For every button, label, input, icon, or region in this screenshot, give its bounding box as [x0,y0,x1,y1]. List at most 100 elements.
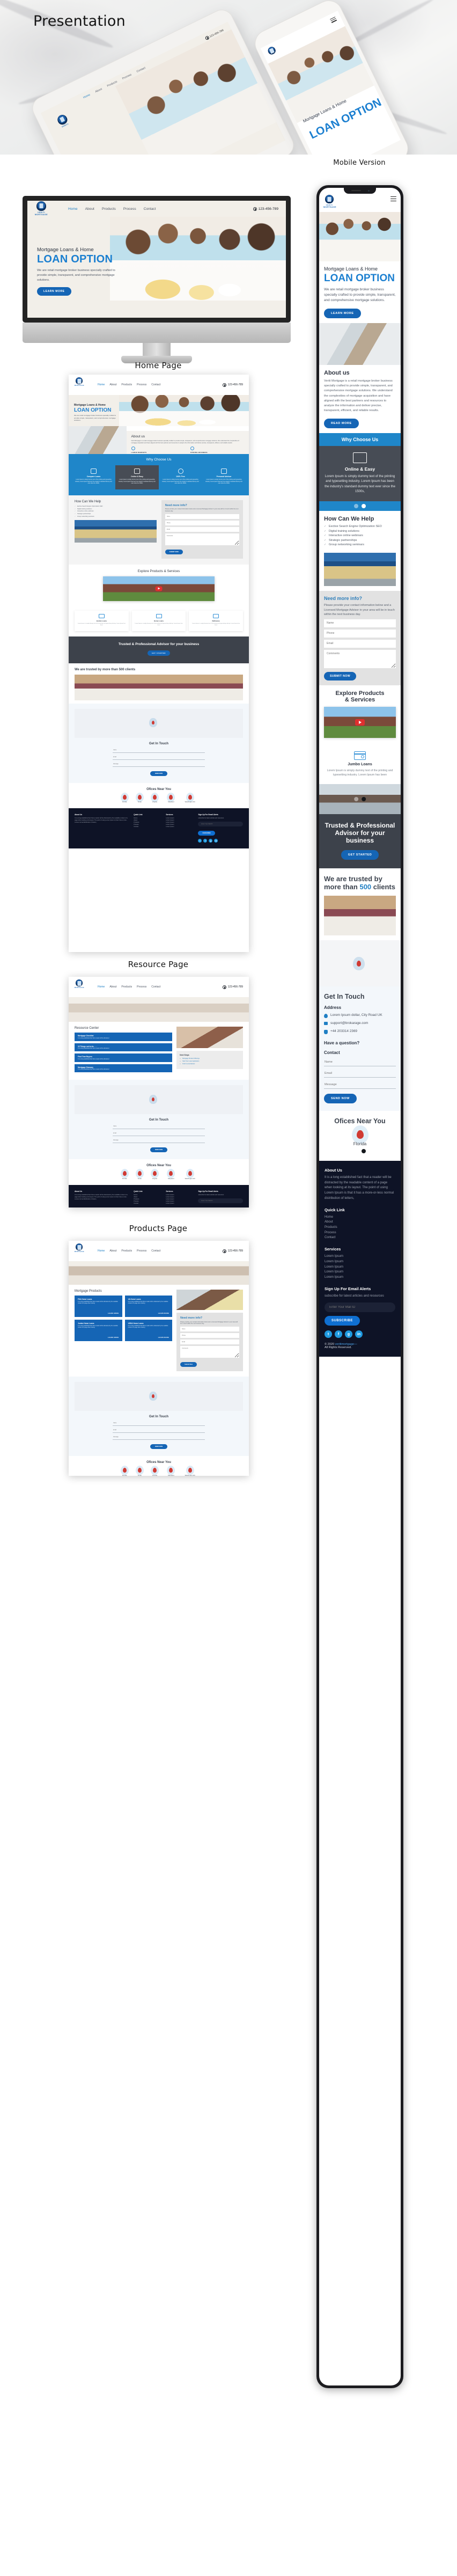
office-item[interactable]: Texas [137,794,142,803]
resource-item[interactable]: Mortgage Checklist It is a long establis… [75,1033,173,1041]
nav-item-products[interactable]: Products [121,383,132,386]
play-icon[interactable] [355,719,365,726]
telephone-row[interactable]: +44 203314 2369 [324,1029,396,1034]
google-plus-icon[interactable]: g [209,839,213,843]
nav-item-process[interactable]: Process [137,985,146,989]
footer-link[interactable]: About [325,1220,395,1225]
contact-email-input[interactable] [112,755,205,760]
nav-item-about[interactable]: About [109,985,116,989]
twitter-icon[interactable]: t [325,1330,332,1338]
product-card[interactable]: VA Home Loans It is a long established f… [124,1296,173,1317]
next-step-link[interactable]: Mortgage Product Offerings [180,1058,240,1059]
resource-item[interactable]: First Time Buyers It is a long establish… [75,1053,173,1062]
footer-link[interactable]: Lorem Ipsum [325,1260,395,1265]
product-card[interactable]: FHA Home Loans It is a long established … [75,1296,122,1317]
send-now-button[interactable]: SEND NOW [150,1444,168,1450]
contact-email-input[interactable] [324,1070,396,1078]
office-item[interactable]: Washington DC [185,794,195,803]
nav-item-home[interactable]: Home [83,93,91,99]
send-now-button[interactable]: SEND NOW [150,1147,168,1152]
footer-link[interactable]: Home [325,1215,395,1220]
brand-logo[interactable]: VERITI [54,112,74,133]
explore-video-thumbnail[interactable] [102,576,215,601]
nav-item-products[interactable]: Products [121,985,132,989]
nav-item-home[interactable]: Home [98,383,105,386]
email-row[interactable]: support@brokarage.com [324,1021,396,1026]
why-card-online-easy[interactable]: Online & Easy Lorem Ipsum is simply dumm… [319,445,401,502]
contact-message-input[interactable] [112,1435,205,1440]
footer-link[interactable]: Lorem Ipsum [166,826,193,828]
why-card-online-easy[interactable]: Online & Easy Lorem Ipsum is simply dumm… [115,465,159,489]
phone-number[interactable]: 123-456-789 [222,383,243,387]
google-plus-icon[interactable]: g [345,1330,352,1338]
nav-item-products[interactable]: Products [121,1249,132,1253]
location-map[interactable] [75,1382,243,1411]
phone-input[interactable] [180,1333,239,1338]
office-item[interactable]: Virginia [152,1171,157,1180]
brand-logo[interactable]: MORTGAGE [75,979,84,994]
footer-link[interactable]: Lorem Ipsum [166,1203,193,1205]
email-subscribe-input[interactable] [198,1198,244,1203]
location-map[interactable] [75,1085,243,1114]
contact-email-input[interactable] [112,1131,205,1136]
comments-input[interactable] [324,649,396,668]
contact-message-input[interactable] [324,1081,396,1089]
nav-item-contact[interactable]: Contact [151,383,160,386]
nav-item-process[interactable]: Process [123,207,136,211]
product-card[interactable]: Jumbo Home Loans It is a long establishe… [75,1320,122,1341]
hamburger-menu-icon[interactable] [390,196,396,202]
office-item[interactable]: Maryland [168,1468,174,1476]
name-input[interactable] [165,514,239,519]
subscribe-button[interactable]: SUBSCRIBE [198,831,215,836]
nav-item-about[interactable]: About [95,87,103,93]
email-input[interactable] [180,1340,239,1345]
read-more-button[interactable]: READ MORE [324,418,359,428]
next-step-link[interactable]: Start Your Loan Application [180,1060,240,1062]
nav-item-about[interactable]: About [85,207,94,211]
send-now-button[interactable]: SEND NOW [324,1093,357,1103]
product-card[interactable]: Refinance Lorem Ipsum is simply dummy te… [189,610,244,631]
footer-link[interactable]: Contact [134,826,160,828]
office-item[interactable]: Virginia [152,794,157,803]
footer-link[interactable]: Contact [134,1203,160,1205]
nav-item-products[interactable]: Products [102,207,116,211]
contact-message-input[interactable] [112,1138,205,1143]
office-item[interactable]: Washington DC [185,1468,195,1476]
nav-item-process[interactable]: Process [137,383,146,386]
carousel-prev-icon[interactable] [354,796,359,801]
nav-item-home[interactable]: Home [68,207,78,211]
carousel-prev-icon[interactable] [354,1148,359,1153]
send-now-button[interactable]: SEND NOW [150,771,168,776]
footer-link[interactable]: Lorem Ipsum [325,1254,395,1260]
linkedin-icon[interactable]: in [214,839,218,843]
twitter-icon[interactable]: t [198,839,202,843]
brand-logo[interactable]: MORTGAGE [75,377,84,392]
contact-name-input[interactable] [324,1058,396,1066]
submit-now-button[interactable]: Submit Now [180,1362,197,1367]
nav-item-home[interactable]: Home [98,985,105,989]
footer-link[interactable]: Products [325,1225,395,1231]
office-item[interactable]: Virginia [152,1468,157,1476]
footer-link[interactable]: Contact [325,1235,395,1241]
nav-item-contact[interactable]: Contact [144,207,156,211]
office-item[interactable]: Florida [122,1468,127,1476]
subscribe-button[interactable]: SUBSCRIBE [325,1316,360,1326]
office-item[interactable]: Texas [137,1468,142,1476]
carousel-next-icon[interactable] [361,504,366,509]
contact-email-input[interactable] [112,1428,205,1433]
email-input[interactable] [165,526,239,532]
email-subscribe-input[interactable] [198,822,244,827]
brand-logo[interactable] [266,45,279,60]
hamburger-menu-icon[interactable] [329,17,337,24]
learn-more-button[interactable]: LEARN MORE [324,308,361,318]
resource-item[interactable]: 10 Things not to do. . . . It is a long … [75,1043,173,1051]
name-input[interactable] [324,619,396,627]
comments-input[interactable] [180,1346,239,1358]
why-card-personal-advisor[interactable]: Personal Advisor Lorem Ipsum is simply d… [202,465,246,489]
brand-logo[interactable]: VERITI MORTGAGE [35,201,48,216]
contact-message-input[interactable] [112,762,205,767]
office-item[interactable]: Maryland [168,794,174,803]
learn-more-link[interactable]: LEARN MORE [158,1313,169,1314]
nav-item-contact[interactable]: Contact [151,985,160,989]
product-card[interactable]: Jumbo Loans Lorem Ipsum is simply dummy … [319,746,401,784]
